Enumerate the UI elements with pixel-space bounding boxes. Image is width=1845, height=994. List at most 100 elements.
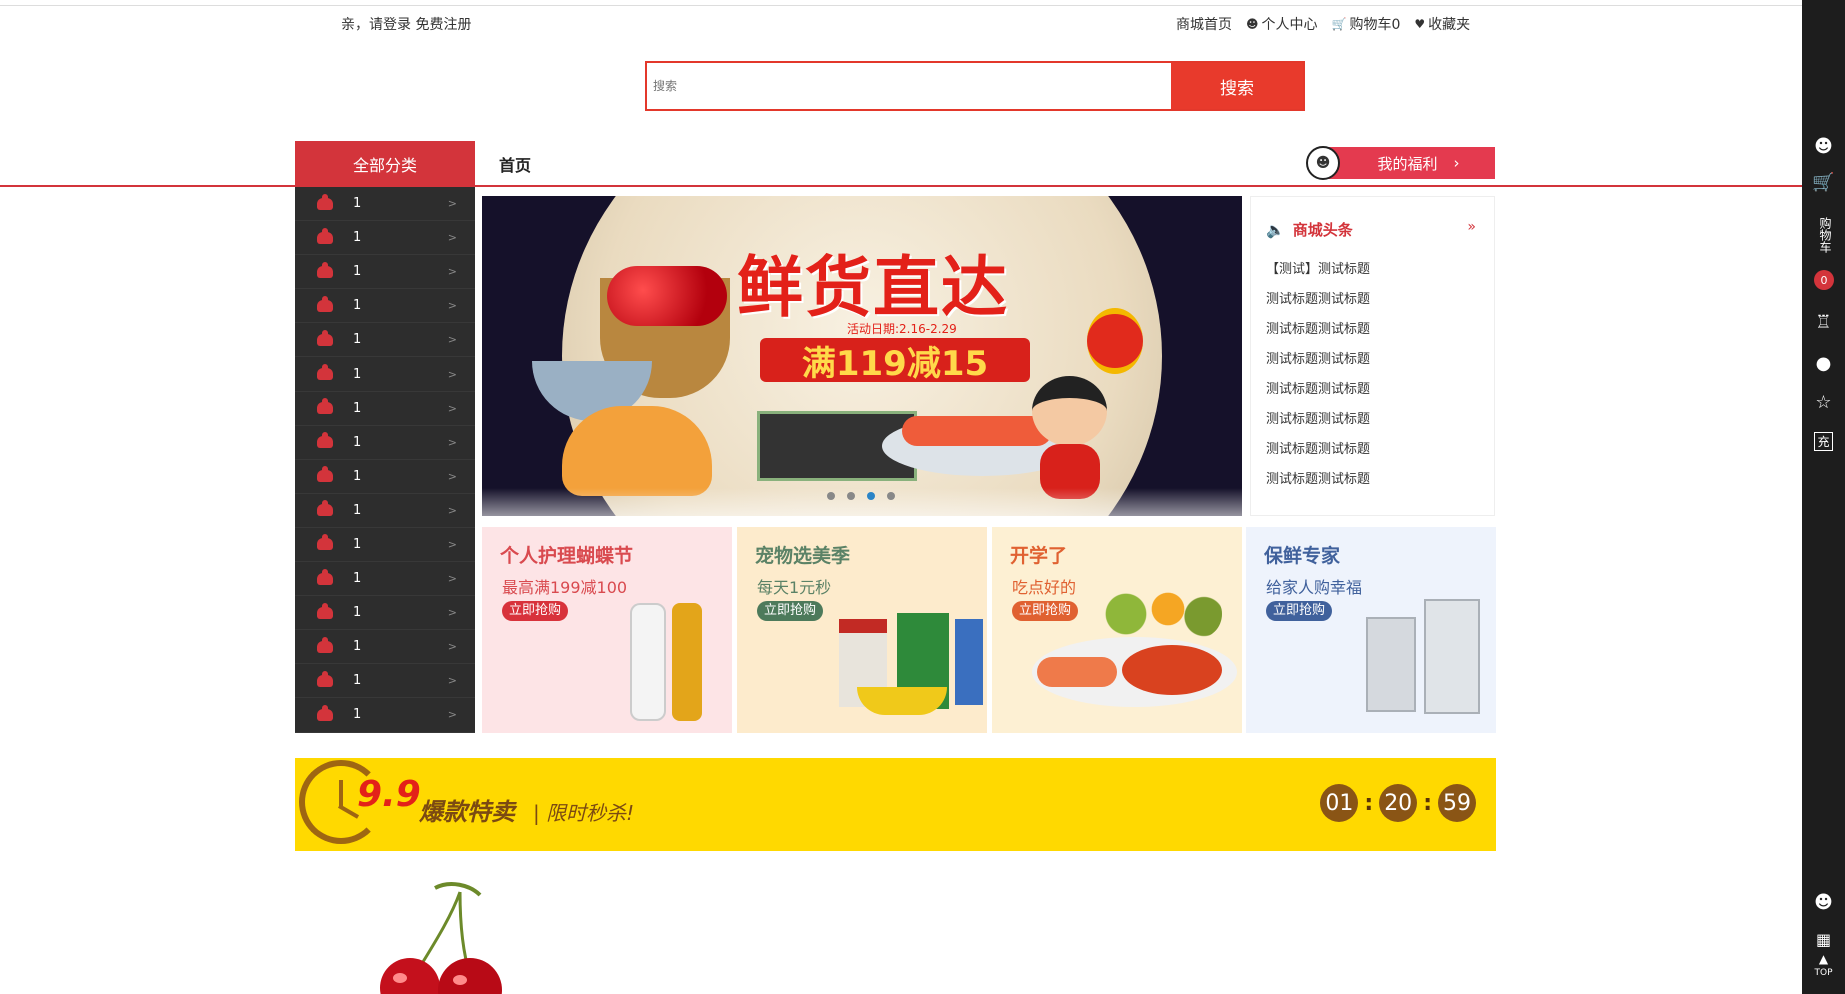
category-item[interactable]: 1 >	[295, 289, 475, 324]
nav-mall-home[interactable]: 商城首页	[1176, 14, 1232, 34]
lantern-image	[1087, 308, 1143, 374]
timer-hours: 01	[1320, 784, 1359, 822]
promo-buy-button[interactable]: 立即抢购	[1266, 601, 1333, 621]
category-item[interactable]: 1 >	[295, 562, 475, 597]
chevron-right-icon: >	[447, 674, 457, 688]
category-item[interactable]: 1 >	[295, 630, 475, 665]
star-icon[interactable]: ☆	[1802, 392, 1845, 413]
headline-item[interactable]: 测试标题测试标题	[1266, 471, 1370, 501]
category-item[interactable]: 1 >	[295, 698, 475, 733]
nav-personal-center[interactable]: ☻ 个人中心	[1246, 14, 1318, 34]
category-item[interactable]: 1 >	[295, 426, 475, 460]
carousel-dot[interactable]	[867, 492, 875, 500]
sidebar-cart-label[interactable]: 购物车	[1814, 204, 1834, 266]
category-label: 1	[353, 196, 362, 212]
countdown-timer: 01 : 20 : 59	[1320, 784, 1476, 822]
chevron-right-icon: >	[447, 231, 457, 245]
nav-cart[interactable]: 🛒 购物车0	[1332, 14, 1401, 34]
category-item[interactable]: 1 >	[295, 494, 475, 528]
promo-subtitle: 吃点好的	[1012, 578, 1077, 597]
promo-card-fresh-keeping[interactable]: 保鲜专家 给家人购幸福 立即抢购	[1246, 527, 1496, 733]
cake-icon	[317, 704, 333, 721]
back-to-top-label[interactable]: TOP	[1802, 968, 1845, 978]
headline-item[interactable]: 测试标题测试标题	[1266, 321, 1370, 351]
user-icon[interactable]: ☻	[1802, 136, 1845, 157]
category-label: 1	[353, 673, 362, 689]
cake-icon	[317, 500, 333, 517]
promo-card-pets[interactable]: 宠物选美季 每天1元秒 立即抢购	[737, 527, 987, 733]
promo-buy-button[interactable]: 立即抢购	[502, 601, 569, 621]
headline-item[interactable]: 测试标题测试标题	[1266, 351, 1370, 381]
customer-service-icon[interactable]: ☻	[1802, 892, 1845, 913]
all-categories-tab[interactable]: 全部分类	[295, 141, 475, 186]
timer-minutes: 20	[1379, 784, 1418, 822]
oil-bottle-image	[672, 603, 702, 721]
search-input[interactable]	[647, 63, 1171, 109]
promo-title: 个人护理蝴蝶节	[500, 545, 634, 567]
category-item[interactable]: 1 >	[295, 357, 475, 392]
nav-favorites[interactable]: ♥ 收藏夹	[1414, 14, 1470, 34]
promo-buy-button[interactable]: 立即抢购	[757, 601, 824, 621]
login-area: 亲，请登录 免费注册	[341, 14, 471, 34]
nav-label: 商城首页	[1176, 17, 1232, 33]
category-label: 1	[353, 502, 362, 518]
promo-title: 宠物选美季	[755, 545, 851, 567]
category-item[interactable]: 1 >	[295, 221, 475, 256]
headline-item[interactable]: 测试标题测试标题	[1266, 381, 1370, 411]
cart-icon[interactable]: 🛒	[1802, 172, 1845, 193]
category-label: 1	[353, 536, 362, 552]
promo-buy-button[interactable]: 立即抢购	[1012, 601, 1079, 621]
mall-headlines: 🔈 商城头条 » 【测试】测试标题 测试标题测试标题 测试标题测试标题 测试标题测试标…	[1250, 196, 1495, 516]
promo-subtitle: 给家人购幸福	[1266, 578, 1363, 597]
category-item[interactable]: 1 >	[295, 323, 475, 358]
speaker-icon: 🔈	[1266, 220, 1285, 239]
category-item[interactable]: 1 >	[295, 528, 475, 563]
flash-slogan: 爆款特卖	[419, 798, 515, 826]
search-button[interactable]: 搜索	[1171, 63, 1303, 109]
category-item[interactable]: 1 >	[295, 664, 475, 699]
money-bag-icon[interactable]: ♖	[1802, 312, 1845, 333]
timer-separator: :	[1423, 790, 1432, 816]
footprint-icon[interactable]: ●	[1802, 353, 1845, 374]
register-link[interactable]: 免费注册	[415, 17, 471, 33]
carousel-dot[interactable]	[887, 492, 895, 500]
headlines-more-link[interactable]: »	[1467, 219, 1476, 235]
welfare-label: 我的福利	[1377, 154, 1438, 173]
category-item[interactable]: 1 >	[295, 392, 475, 426]
back-to-top-icon[interactable]: ▲	[1802, 952, 1845, 966]
qr-code-icon[interactable]: ▦	[1802, 930, 1845, 949]
category-item[interactable]: 1 >	[295, 187, 475, 222]
headline-item[interactable]: 测试标题测试标题	[1266, 291, 1370, 321]
cake-icon	[317, 534, 333, 551]
promo-card-back-to-school[interactable]: 开学了 吃点好的 立即抢购	[992, 527, 1242, 733]
promo-card-personal-care[interactable]: 个人护理蝴蝶节 最高满199减100 立即抢购	[482, 527, 732, 733]
cherry-product-image[interactable]	[360, 880, 530, 994]
flash-subtitle: | 限时秒杀!	[533, 801, 635, 825]
category-item[interactable]: 1 >	[295, 596, 475, 631]
top-nav: 商城首页 ☻ 个人中心 🛒 购物车0 ♥ 收藏夹	[1176, 14, 1470, 34]
chevron-right-icon: >	[447, 367, 457, 381]
my-welfare-button[interactable]: ☻ 我的福利 ›	[1306, 146, 1496, 181]
carousel-dot[interactable]	[847, 492, 855, 500]
heart-icon: ♥	[1414, 17, 1426, 31]
fruit-image	[1102, 589, 1222, 639]
hero-banner[interactable]: 鲜货直达 活动日期:2.16-2.29 满119减15	[482, 196, 1242, 516]
nav-label: 收藏夹	[1428, 17, 1471, 33]
cherries-image	[607, 266, 727, 326]
headline-item[interactable]: 【测试】测试标题	[1266, 261, 1370, 291]
category-label: 1	[353, 264, 362, 280]
category-label: 1	[353, 639, 362, 655]
headline-item[interactable]: 测试标题测试标题	[1266, 411, 1370, 441]
headline-item[interactable]: 测试标题测试标题	[1266, 441, 1370, 471]
flash-price: 9.9	[357, 774, 421, 815]
recharge-icon[interactable]: 充	[1802, 432, 1845, 451]
category-item[interactable]: 1 >	[295, 460, 475, 494]
chevron-right-icon: >	[447, 572, 457, 586]
carousel-dot[interactable]	[827, 492, 835, 500]
category-label: 1	[353, 571, 362, 587]
category-item[interactable]: 1 >	[295, 255, 475, 290]
category-label: 1	[353, 400, 362, 416]
home-link[interactable]: 首页	[499, 152, 531, 176]
cake-icon	[317, 261, 333, 278]
login-link[interactable]: 亲，请登录	[341, 17, 411, 33]
